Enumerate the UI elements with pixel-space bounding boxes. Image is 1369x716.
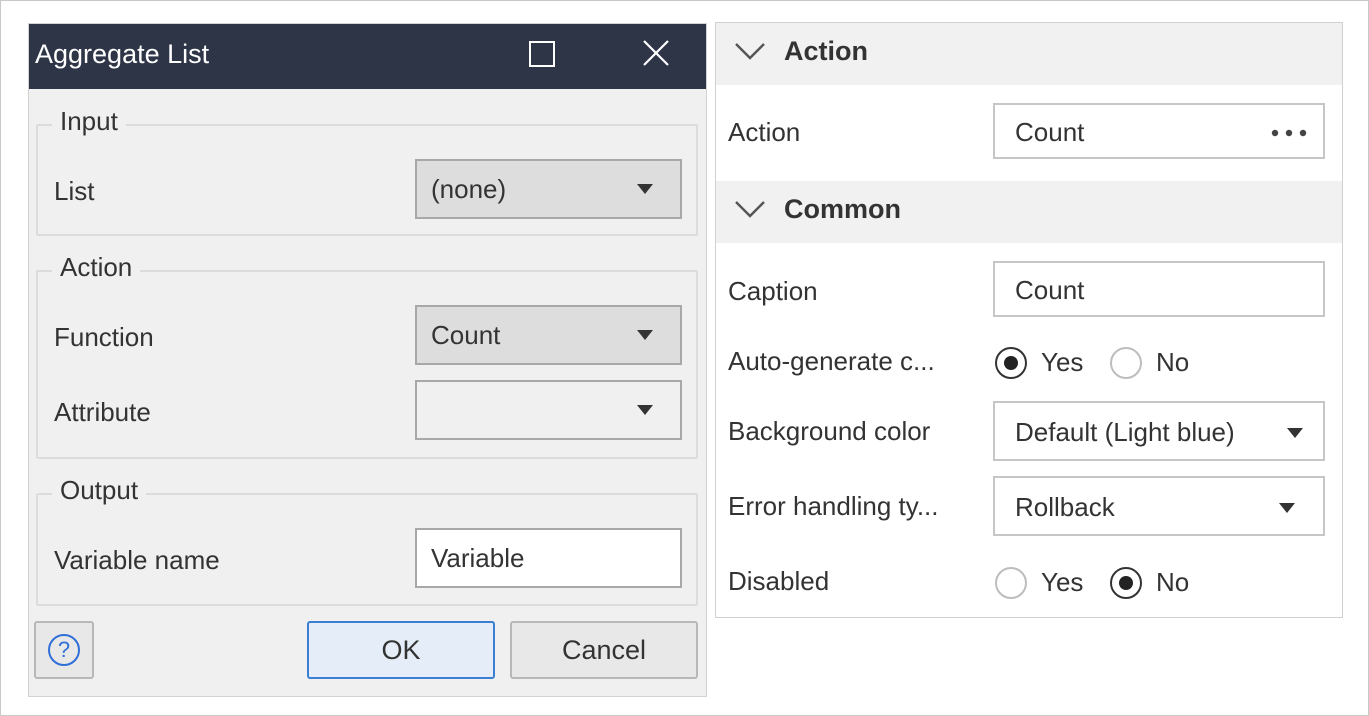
action-prop-field[interactable]: Count [993,103,1325,159]
caret-down-icon [637,184,653,194]
properties-panel: Action Action Count Common Caption Count… [715,22,1343,618]
caret-down-icon [1279,503,1295,513]
background-color-select[interactable]: Default (Light blue) [993,401,1325,461]
action-group: Action Function Count Attribute [36,252,698,459]
auto-generate-yes-radio[interactable] [995,347,1027,379]
attribute-select[interactable] [415,380,682,440]
action-section-title: Action [784,36,868,66]
background-color-value: Default (Light blue) [1015,417,1235,447]
output-legend: Output [52,475,147,506]
list-select[interactable]: (none) [415,159,682,219]
help-icon: ? [48,634,80,666]
variable-name-value: Variable [431,543,525,573]
disabled-no-label: No [1156,567,1190,597]
error-handling-value: Rollback [1015,492,1115,522]
cancel-button[interactable]: Cancel [510,621,698,679]
action-legend: Action [52,252,141,283]
dialog-title: Aggregate List [35,39,210,69]
common-section-header[interactable]: Common [716,181,1342,243]
ellipsis-icon[interactable] [1271,129,1307,137]
action-prop-label: Action [728,117,801,147]
background-color-label: Background color [728,416,931,446]
list-select-value: (none) [431,174,507,204]
list-label: List [54,176,95,206]
attribute-label: Attribute [54,397,151,427]
error-handling-select[interactable]: Rollback [993,476,1325,536]
input-group: Input List (none) [36,106,698,236]
error-handling-label: Error handling ty... [728,491,939,521]
auto-generate-no-radio[interactable] [1110,347,1142,379]
caret-down-icon [1287,428,1303,438]
close-icon[interactable] [641,38,671,68]
help-button[interactable]: ? [34,621,94,679]
chevron-down-icon [735,201,765,218]
variable-name-input[interactable]: Variable [415,528,682,588]
caption-input[interactable]: Count [993,261,1325,317]
action-section-header[interactable]: Action [716,23,1342,85]
disabled-radio-group: Yes No [995,567,1325,603]
aggregate-list-dialog: Aggregate List Input List (none) Action … [28,23,707,697]
maximize-icon[interactable] [529,41,555,67]
action-prop-value: Count [1015,117,1085,147]
variable-name-label: Variable name [54,545,220,575]
disabled-label: Disabled [728,566,830,596]
disabled-yes-radio[interactable] [995,567,1027,599]
auto-generate-yes-label: Yes [1041,347,1084,377]
caret-down-icon [637,405,653,415]
chevron-down-icon [735,43,765,60]
caption-label: Caption [728,276,818,306]
function-label: Function [54,322,154,352]
common-section-title: Common [784,194,901,224]
auto-generate-no-label: No [1156,347,1190,377]
output-group: Output Variable name Variable [36,475,698,606]
caret-down-icon [637,330,653,340]
input-legend: Input [52,106,126,137]
auto-generate-label: Auto-generate c... [728,346,935,376]
disabled-no-radio[interactable] [1110,567,1142,599]
ok-button[interactable]: OK [307,621,495,679]
auto-generate-radio-group: Yes No [995,347,1325,383]
function-select[interactable]: Count [415,305,682,365]
function-select-value: Count [431,320,501,350]
caption-value: Count [1015,275,1085,305]
dialog-titlebar: Aggregate List [29,24,706,89]
disabled-yes-label: Yes [1041,567,1084,597]
